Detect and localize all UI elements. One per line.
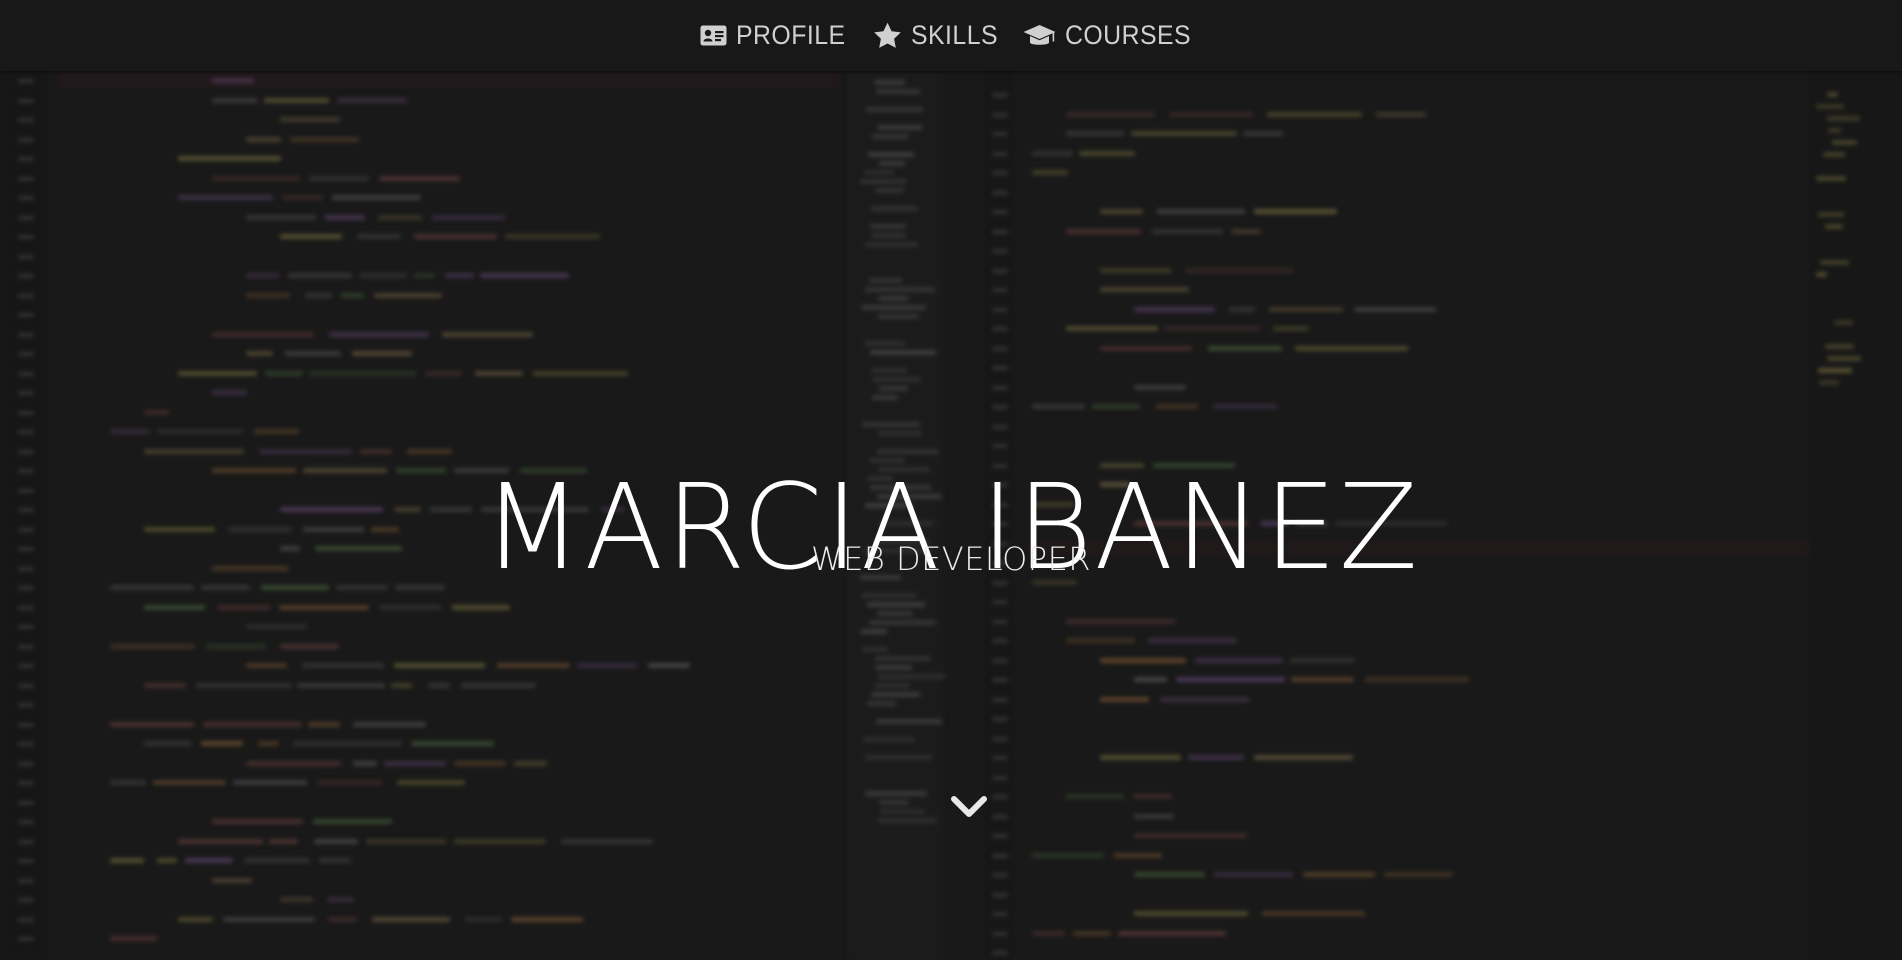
id-card-icon	[700, 25, 727, 46]
nav-item-courses[interactable]: COURSES	[1023, 20, 1202, 51]
graduation-cap-icon	[1023, 24, 1056, 45]
hero-subtitle: WEB DEVELOPER	[810, 540, 1092, 578]
star-icon	[873, 22, 901, 48]
top-navbar: PROFILE SKILLS COURSES	[0, 0, 1902, 71]
nav-label-skills: SKILLS	[910, 20, 998, 50]
chevron-down-icon	[951, 796, 987, 817]
nav-label-courses: COURSES	[1065, 20, 1192, 50]
nav-label-profile: PROFILE	[735, 20, 846, 50]
scroll-down-button[interactable]	[950, 793, 988, 823]
nav-item-profile[interactable]: PROFILE	[700, 20, 855, 51]
nav-item-skills[interactable]: SKILLS	[873, 20, 1006, 51]
